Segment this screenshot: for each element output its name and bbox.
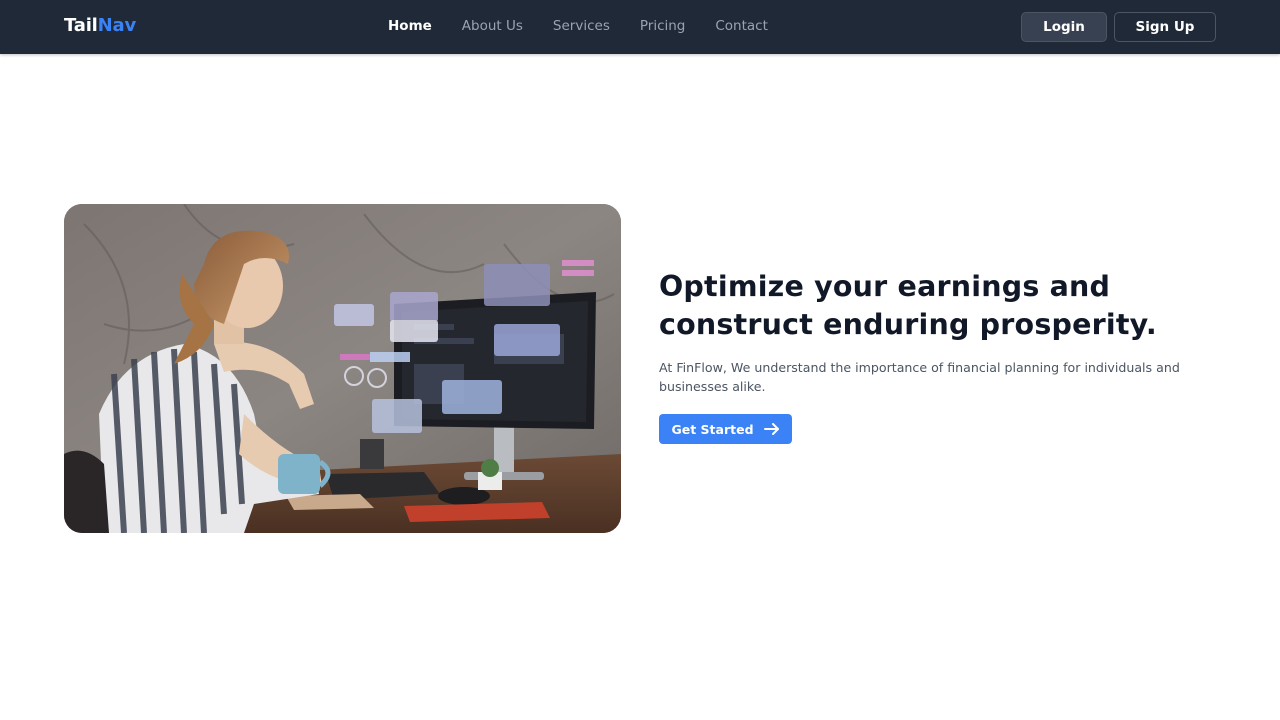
hero-description: At FinFlow, We understand the importance… xyxy=(659,360,1180,394)
nav-links: Home About Us Services Pricing Contact xyxy=(388,17,798,35)
get-started-button[interactable]: Get Started xyxy=(659,414,792,444)
arrow-right-icon xyxy=(763,423,779,435)
brand-logo[interactable]: TailNav xyxy=(64,15,136,37)
hero-section: Optimize your earnings and construct end… xyxy=(659,268,1219,396)
brand-prefix: Tail xyxy=(64,15,98,36)
signup-button[interactable]: Sign Up xyxy=(1114,12,1216,42)
hero-illustration xyxy=(64,204,621,533)
login-button[interactable]: Login xyxy=(1021,12,1107,42)
nav-link-home[interactable]: Home xyxy=(388,17,432,35)
nav-link-pricing[interactable]: Pricing xyxy=(640,17,686,35)
hero-title: Optimize your earnings and construct end… xyxy=(659,270,1157,341)
nav-link-about[interactable]: About Us xyxy=(462,17,523,35)
get-started-label: Get Started xyxy=(671,421,754,437)
nav-link-services[interactable]: Services xyxy=(553,17,610,35)
hero-image xyxy=(64,204,621,533)
brand-suffix: Nav xyxy=(97,15,137,36)
navbar: TailNav Home About Us Services Pricing C… xyxy=(0,0,1280,54)
nav-link-contact[interactable]: Contact xyxy=(715,17,768,35)
